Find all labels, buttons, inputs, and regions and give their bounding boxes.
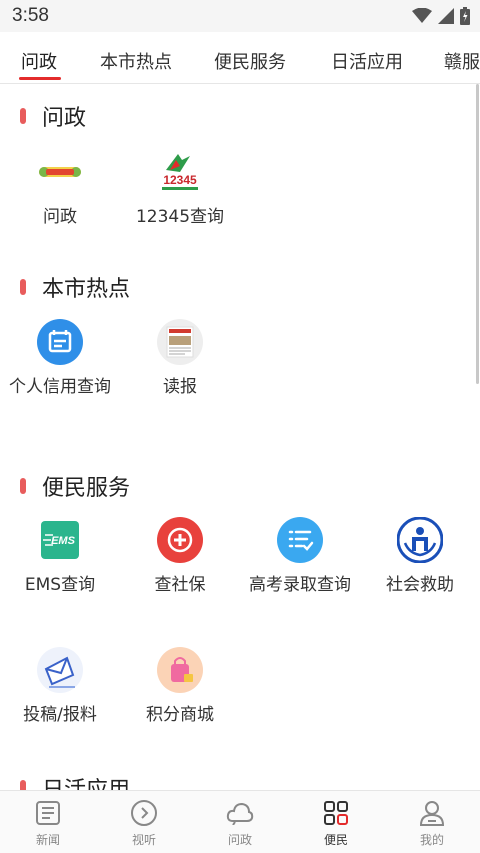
section-title-daily-apps: 日活应用 bbox=[42, 772, 130, 790]
service-12345-query[interactable]: 12345 12345查询 bbox=[120, 148, 240, 231]
scrollbar-thumb[interactable] bbox=[476, 84, 479, 384]
play-icon bbox=[130, 799, 158, 827]
section-marker bbox=[20, 279, 26, 295]
nav-convenience[interactable]: 便民 bbox=[288, 791, 384, 853]
ems-icon-text: EMS bbox=[51, 535, 76, 547]
hotline-number-text: 12345 bbox=[163, 173, 197, 187]
person-icon bbox=[418, 799, 446, 827]
service-read-newspaper[interactable]: 读报 bbox=[120, 318, 240, 401]
nav-label: 视听 bbox=[131, 833, 156, 847]
section-title-wenzheng: 问政 bbox=[42, 106, 87, 131]
hotline-12345-icon: 12345 bbox=[156, 148, 204, 196]
battery-icon bbox=[460, 7, 470, 25]
shopping-bag-icon bbox=[156, 646, 204, 694]
grid-icon bbox=[322, 799, 350, 827]
section-marker bbox=[20, 780, 26, 790]
section-marker bbox=[20, 478, 26, 494]
nav-video[interactable]: 视听 bbox=[96, 791, 192, 853]
service-label: 积分商城 bbox=[146, 705, 214, 725]
service-label: 个人信用查询 bbox=[9, 377, 111, 397]
envelope-icon bbox=[36, 646, 84, 694]
service-label: 投稿/报料 bbox=[23, 705, 97, 725]
category-tabbar: 问政 本市热点 便民服务 日活应用 赣服 bbox=[0, 32, 480, 84]
wenzheng-logo-icon bbox=[36, 148, 84, 196]
service-wenzheng[interactable]: 问政 bbox=[0, 148, 120, 231]
service-label: 社会救助 bbox=[386, 575, 454, 595]
newspaper-icon bbox=[156, 318, 204, 366]
section-title-public-services: 便民服务 bbox=[42, 476, 131, 501]
medical-cross-icon bbox=[156, 516, 204, 564]
service-label: 12345查询 bbox=[135, 207, 225, 227]
cloud-icon bbox=[226, 799, 254, 827]
section-marker bbox=[20, 108, 26, 124]
service-ems-query[interactable]: EMS EMS查询 bbox=[0, 516, 120, 599]
nav-profile[interactable]: 我的 bbox=[384, 791, 480, 853]
social-assistance-icon bbox=[396, 516, 444, 564]
service-social-assistance[interactable]: 社会救助 bbox=[360, 516, 480, 599]
nav-label: 我的 bbox=[419, 833, 444, 847]
nav-label: 新闻 bbox=[35, 833, 60, 847]
nav-label: 问政 bbox=[227, 833, 252, 847]
signal-icon bbox=[438, 8, 454, 24]
service-label: 读报 bbox=[163, 377, 197, 397]
section-title-city-hotspots: 本市热点 bbox=[42, 277, 131, 302]
news-icon bbox=[34, 799, 62, 827]
ems-icon: EMS bbox=[36, 516, 84, 564]
wifi-icon bbox=[412, 8, 432, 23]
tab-city-hotspots[interactable]: 本市热点 bbox=[100, 48, 172, 74]
service-credit-query[interactable]: 个人信用查询 bbox=[0, 318, 120, 401]
status-time: 3:58 bbox=[12, 5, 49, 26]
service-exam-admission[interactable]: 高考录取查询 bbox=[240, 516, 360, 599]
credit-card-icon bbox=[36, 318, 84, 366]
service-label: 问政 bbox=[43, 207, 77, 227]
nav-news[interactable]: 新闻 bbox=[0, 791, 96, 853]
service-label: EMS查询 bbox=[24, 575, 96, 595]
service-social-security[interactable]: 查社保 bbox=[120, 516, 240, 599]
service-submit-report[interactable]: 投稿/报料 bbox=[0, 646, 120, 729]
status-bar: 3:58 bbox=[0, 0, 480, 32]
status-icons bbox=[412, 7, 470, 25]
service-label: 查社保 bbox=[154, 575, 206, 595]
service-points-mall[interactable]: 积分商城 bbox=[120, 646, 240, 729]
nav-label: 便民 bbox=[323, 833, 348, 847]
nav-wenzheng[interactable]: 问政 bbox=[192, 791, 288, 853]
bottom-navigation: 新闻 视听 问政 便民 我的 bbox=[0, 790, 480, 853]
active-tab-indicator bbox=[19, 77, 61, 80]
tab-wenzheng[interactable]: 问政 bbox=[21, 48, 57, 74]
tab-public-services[interactable]: 便民服务 bbox=[214, 48, 286, 74]
service-label: 高考录取查询 bbox=[249, 575, 351, 595]
tab-ganfu[interactable]: 赣服 bbox=[444, 48, 480, 74]
checklist-icon bbox=[276, 516, 324, 564]
service-content[interactable]: 问政 问政 12345 12345查询 本市热点 个人信用查询 读报 便民服务 … bbox=[0, 84, 480, 790]
tab-daily-apps[interactable]: 日活应用 bbox=[331, 48, 403, 74]
